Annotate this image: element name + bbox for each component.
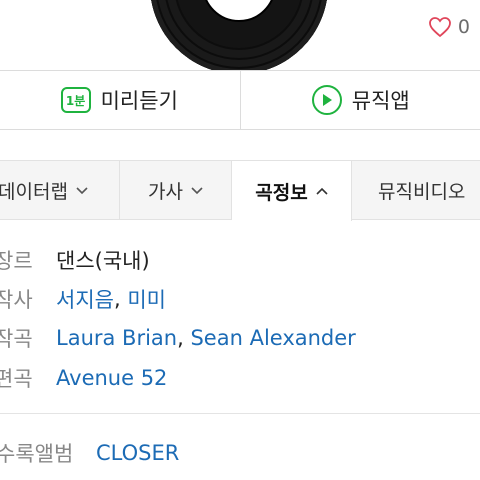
arranger-link[interactable]: Avenue 52 [56,366,167,390]
play-icon [311,85,342,115]
tab-datalab[interactable]: 데이터랩 [0,161,120,220]
tab-song-info[interactable]: 곡정보 [232,161,352,221]
album-link[interactable]: CLOSER [96,441,179,465]
like-count: 0 [457,16,470,38]
chevron-up-icon [316,183,328,199]
music-app-button[interactable]: 뮤직앱 [239,71,480,129]
info-row-arranger: 편곡 Avenue 52 [0,363,167,393]
tab-lyrics[interactable]: 가사 [120,161,232,220]
arranger-label: 편곡 [0,367,33,391]
preview-button[interactable]: 1분 미리듣기 [0,71,240,129]
genre-label: 장르 [0,249,33,273]
composer-link[interactable]: Sean Alexander [190,326,355,350]
lyricist-link[interactable]: 서지음 [56,284,114,314]
info-row-lyricist: 작사 서지음 , 미미 [0,284,166,314]
detail-tabs: 데이터랩 가사 곡정보 뮤직비디오 [0,160,480,221]
composer-link[interactable]: Laura Brian [56,326,177,350]
lyricist-link[interactable]: 미미 [127,284,166,314]
music-app-label: 뮤직앱 [351,89,410,113]
preview-label: 미리듣기 [100,89,178,113]
chevron-down-icon [191,183,203,199]
tab-music-video[interactable]: 뮤직비디오 [352,161,480,220]
separator: , [177,326,191,350]
one-minute-icon: 1분 [60,87,91,113]
heart-icon [428,16,452,38]
info-row-genre: 장르 댄스(국내) [0,245,150,275]
separator: , [113,287,128,311]
divider [0,413,480,414]
info-row-composer: 작곡 Laura Brian , Sean Alexander [0,323,356,353]
chevron-down-icon [76,183,88,199]
lyricist-label: 작사 [0,288,33,312]
genre-value: 댄스(국내) [56,249,150,273]
info-row-album: 수록앨범 CLOSER [0,438,179,468]
album-label: 수록앨범 [0,442,74,466]
like-button[interactable]: 0 [428,16,470,38]
composer-label: 작곡 [0,327,33,351]
action-bar: 1분 미리듣기 뮤직앱 [0,70,480,130]
